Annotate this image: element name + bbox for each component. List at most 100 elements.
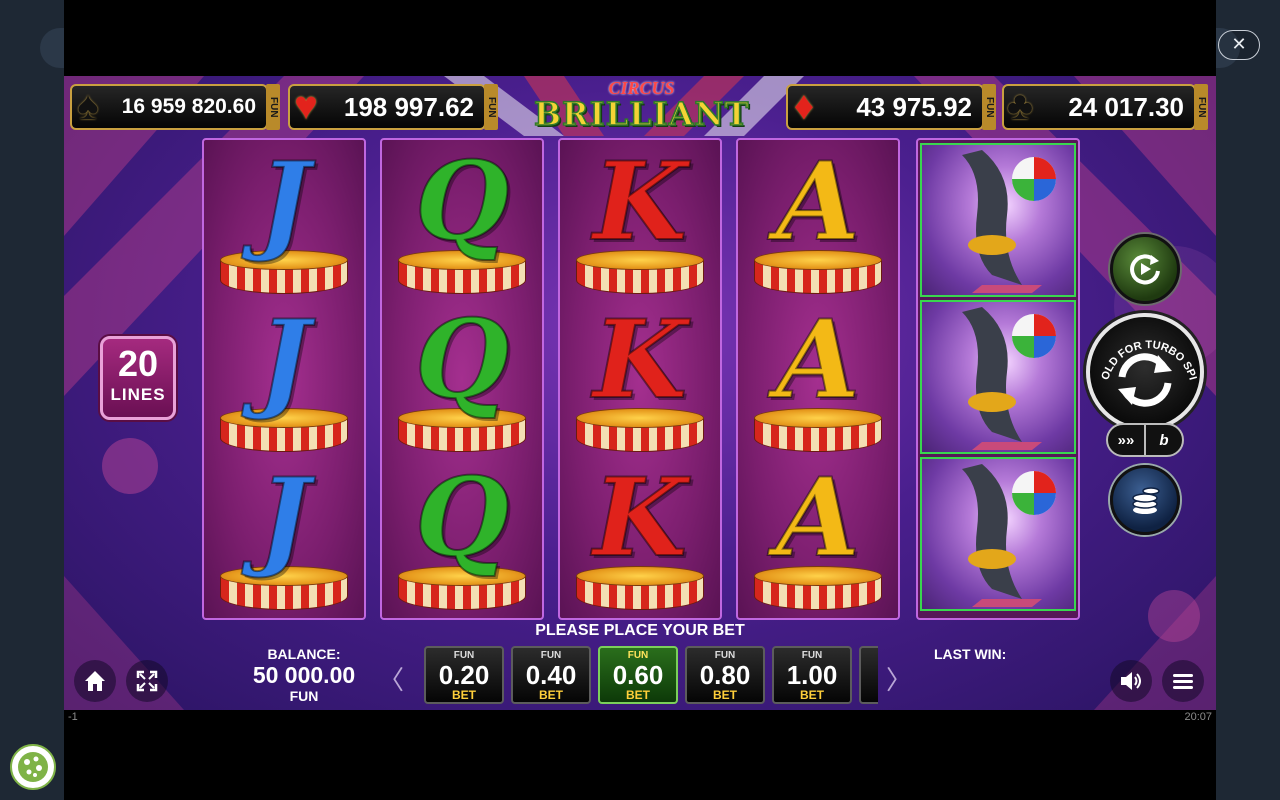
reel-symbol: Q (382, 144, 542, 302)
jackpot-spade: 16 959 820.60 ♠ FUN (70, 82, 280, 132)
home-icon (85, 671, 105, 691)
fullscreen-button[interactable] (126, 660, 168, 702)
turbo-spin-button[interactable]: b (1144, 425, 1182, 455)
speaker-icon (1121, 672, 1141, 690)
bet-value: 0.20 (438, 660, 490, 690)
close-button[interactable]: ✕ (1218, 30, 1260, 60)
reel-symbol: K (560, 302, 720, 460)
autoplay-button[interactable] (1110, 234, 1180, 304)
reel-3: KKK (558, 138, 722, 620)
home-button[interactable] (74, 660, 116, 702)
menu-button[interactable] (1162, 660, 1204, 702)
fullscreen-icon (136, 670, 158, 692)
sound-button[interactable] (1110, 660, 1152, 702)
bet-next-arrow[interactable]: 〉 (886, 660, 912, 697)
reel-symbol: K (560, 144, 720, 302)
symbol-letter: K (592, 297, 688, 423)
jackpot-spade-value: 16 959 820.60 (121, 95, 256, 118)
bet-label: BET (452, 688, 476, 702)
seal-icon (962, 307, 1056, 450)
reel-symbol: Q (382, 302, 542, 460)
paylines-label: LINES (110, 385, 166, 404)
last-win-label: LAST WIN: (934, 646, 1007, 662)
bet-option[interactable]: FUN 0.20 BET (424, 646, 504, 704)
jackpot-diamond-value: 43 975.92 (856, 91, 972, 122)
spin-icon (1118, 353, 1172, 407)
balance-currency: FUN (289, 688, 319, 704)
quick-spin-button[interactable]: »» (1108, 425, 1144, 455)
game-logo: CIRCUS BRILLIANT (533, 78, 749, 134)
reel-symbol: J (204, 302, 364, 460)
seal-symbol (920, 143, 1076, 297)
bet-value: 1 (861, 650, 878, 676)
cookie-settings-button[interactable] (10, 744, 56, 790)
reel-symbol: A (738, 144, 898, 302)
reel-symbol: A (738, 460, 898, 618)
reel-symbol: J (204, 460, 364, 618)
coins-icon (1132, 487, 1160, 514)
symbol-letter: A (775, 297, 861, 423)
bet-value: 0.80 (699, 660, 751, 690)
jackpot-club-currency: FUN (1194, 84, 1208, 130)
balance-label: BALANCE: (267, 646, 341, 662)
symbol-letter: Q (414, 455, 510, 581)
bet-label: BET (626, 688, 650, 702)
symbol-letter: Q (414, 297, 510, 423)
jackpot-diamond-currency: FUN (982, 84, 996, 130)
bet-settings-button[interactable] (1110, 465, 1180, 535)
spin-button[interactable]: HOLD FOR TURBO SPIN (1086, 313, 1204, 431)
bet-option[interactable]: FUN 1.00 BET (772, 646, 852, 704)
reel-symbol: A (738, 302, 898, 460)
jackpot-club: 24 017.30 ♣ FUN (1002, 82, 1210, 132)
symbol-letter: A (775, 455, 861, 581)
bet-option[interactable]: FUN 0.40 BET (511, 646, 591, 704)
paylines-badge: 20 LINES (100, 336, 176, 420)
diamond-icon: ♦ (793, 83, 815, 128)
seal-icon (962, 464, 1056, 607)
symbol-letter: J (257, 455, 310, 581)
heart-icon: ♥ (294, 83, 318, 128)
bet-option[interactable]: FUN 0.80 BET (685, 646, 765, 704)
reel-2: QQQ (380, 138, 544, 620)
reel-4: AAA (736, 138, 900, 620)
reel-1: JJJ (202, 138, 366, 620)
bet-prompt: PLEASE PLACE YOUR BET (535, 622, 745, 639)
reel-symbol: Q (382, 460, 542, 618)
balance-value: 50 000.00 (252, 662, 356, 688)
speed-toggle: »» b (1106, 423, 1184, 457)
seal-symbol (920, 457, 1076, 611)
bet-option[interactable]: 1 (859, 646, 878, 704)
autoplay-icon (1130, 254, 1160, 285)
club-icon: ♣ (1006, 83, 1034, 128)
jackpot-heart-currency: FUN (484, 84, 498, 130)
bet-value: 0.40 (525, 660, 577, 690)
bet-label: BET (713, 688, 737, 702)
jackpot-heart: 198 997.62 ♥ FUN (288, 82, 498, 132)
bet-label: BET (539, 688, 563, 702)
reel-symbol: K (560, 460, 720, 618)
symbol-letter: J (257, 297, 310, 423)
symbol-letter: J (257, 139, 310, 265)
clock: 20:07 (1184, 711, 1212, 723)
reel-symbol: J (204, 144, 364, 302)
symbol-letter: K (592, 455, 688, 581)
status-strip: -1 20:07 (64, 710, 1216, 726)
hamburger-menu-icon (1173, 674, 1193, 689)
seal-icon (962, 150, 1056, 293)
slot-game: 16 959 820.60 ♠ FUN 198 997.62 ♥ FUN CIR… (64, 76, 1216, 710)
status-left-text: -1 (68, 711, 78, 723)
jackpot-club-value: 24 017.30 (1068, 91, 1184, 122)
spade-icon: ♠ (77, 83, 99, 128)
balance-display: BALANCE: 50 000.00 FUN (234, 646, 374, 704)
jackpot-spade-currency: FUN (266, 84, 280, 130)
reel-5 (916, 138, 1080, 620)
symbol-letter: K (592, 139, 688, 265)
bet-option[interactable]: FUN 0.60 BET (598, 646, 678, 704)
bet-label: BET (800, 688, 824, 702)
bet-value: 1.00 (786, 660, 838, 690)
bet-selector: FUN 0.20 BET FUN 0.40 BET FUN 0.60 BET FUN 0.80 BET… (424, 646, 878, 704)
paylines-count: 20 (117, 343, 159, 384)
bet-prev-arrow[interactable]: 〈 (378, 660, 404, 697)
seal-symbol (920, 300, 1076, 454)
cookie-icon (18, 752, 48, 782)
